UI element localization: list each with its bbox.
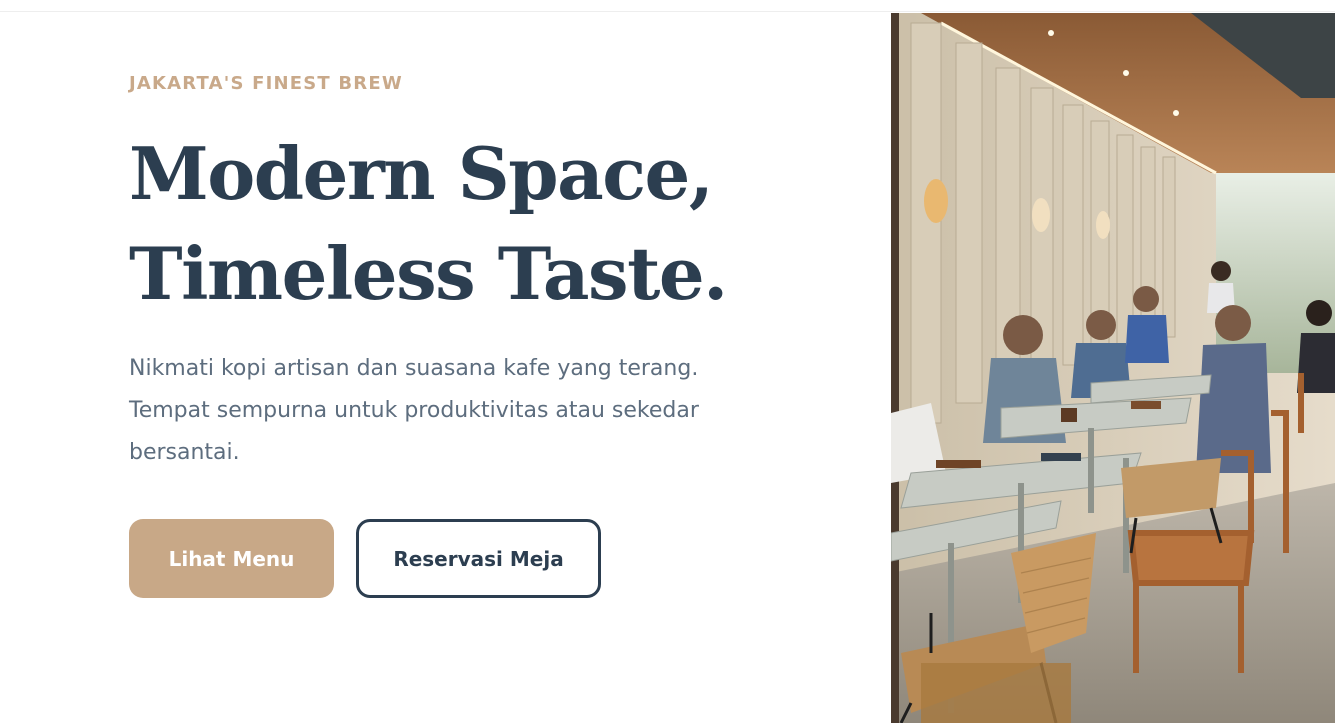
cafe-interior-photo: [891, 13, 1335, 723]
hero-description: Nikmati kopi artisan dan suasana kafe ya…: [129, 356, 699, 465]
hero-eyebrow: JAKARTA'S FINEST BREW: [129, 73, 403, 94]
view-menu-button[interactable]: Lihat Menu: [129, 519, 334, 598]
top-navbar-edge: [0, 0, 1335, 12]
hero-title-line-2: Timeless Taste.: [129, 231, 728, 316]
hero-title: Modern Space, Timeless Taste.: [129, 124, 728, 324]
reserve-table-button[interactable]: Reservasi Meja: [356, 519, 601, 598]
hero-title-line-1: Modern Space,: [129, 131, 714, 216]
